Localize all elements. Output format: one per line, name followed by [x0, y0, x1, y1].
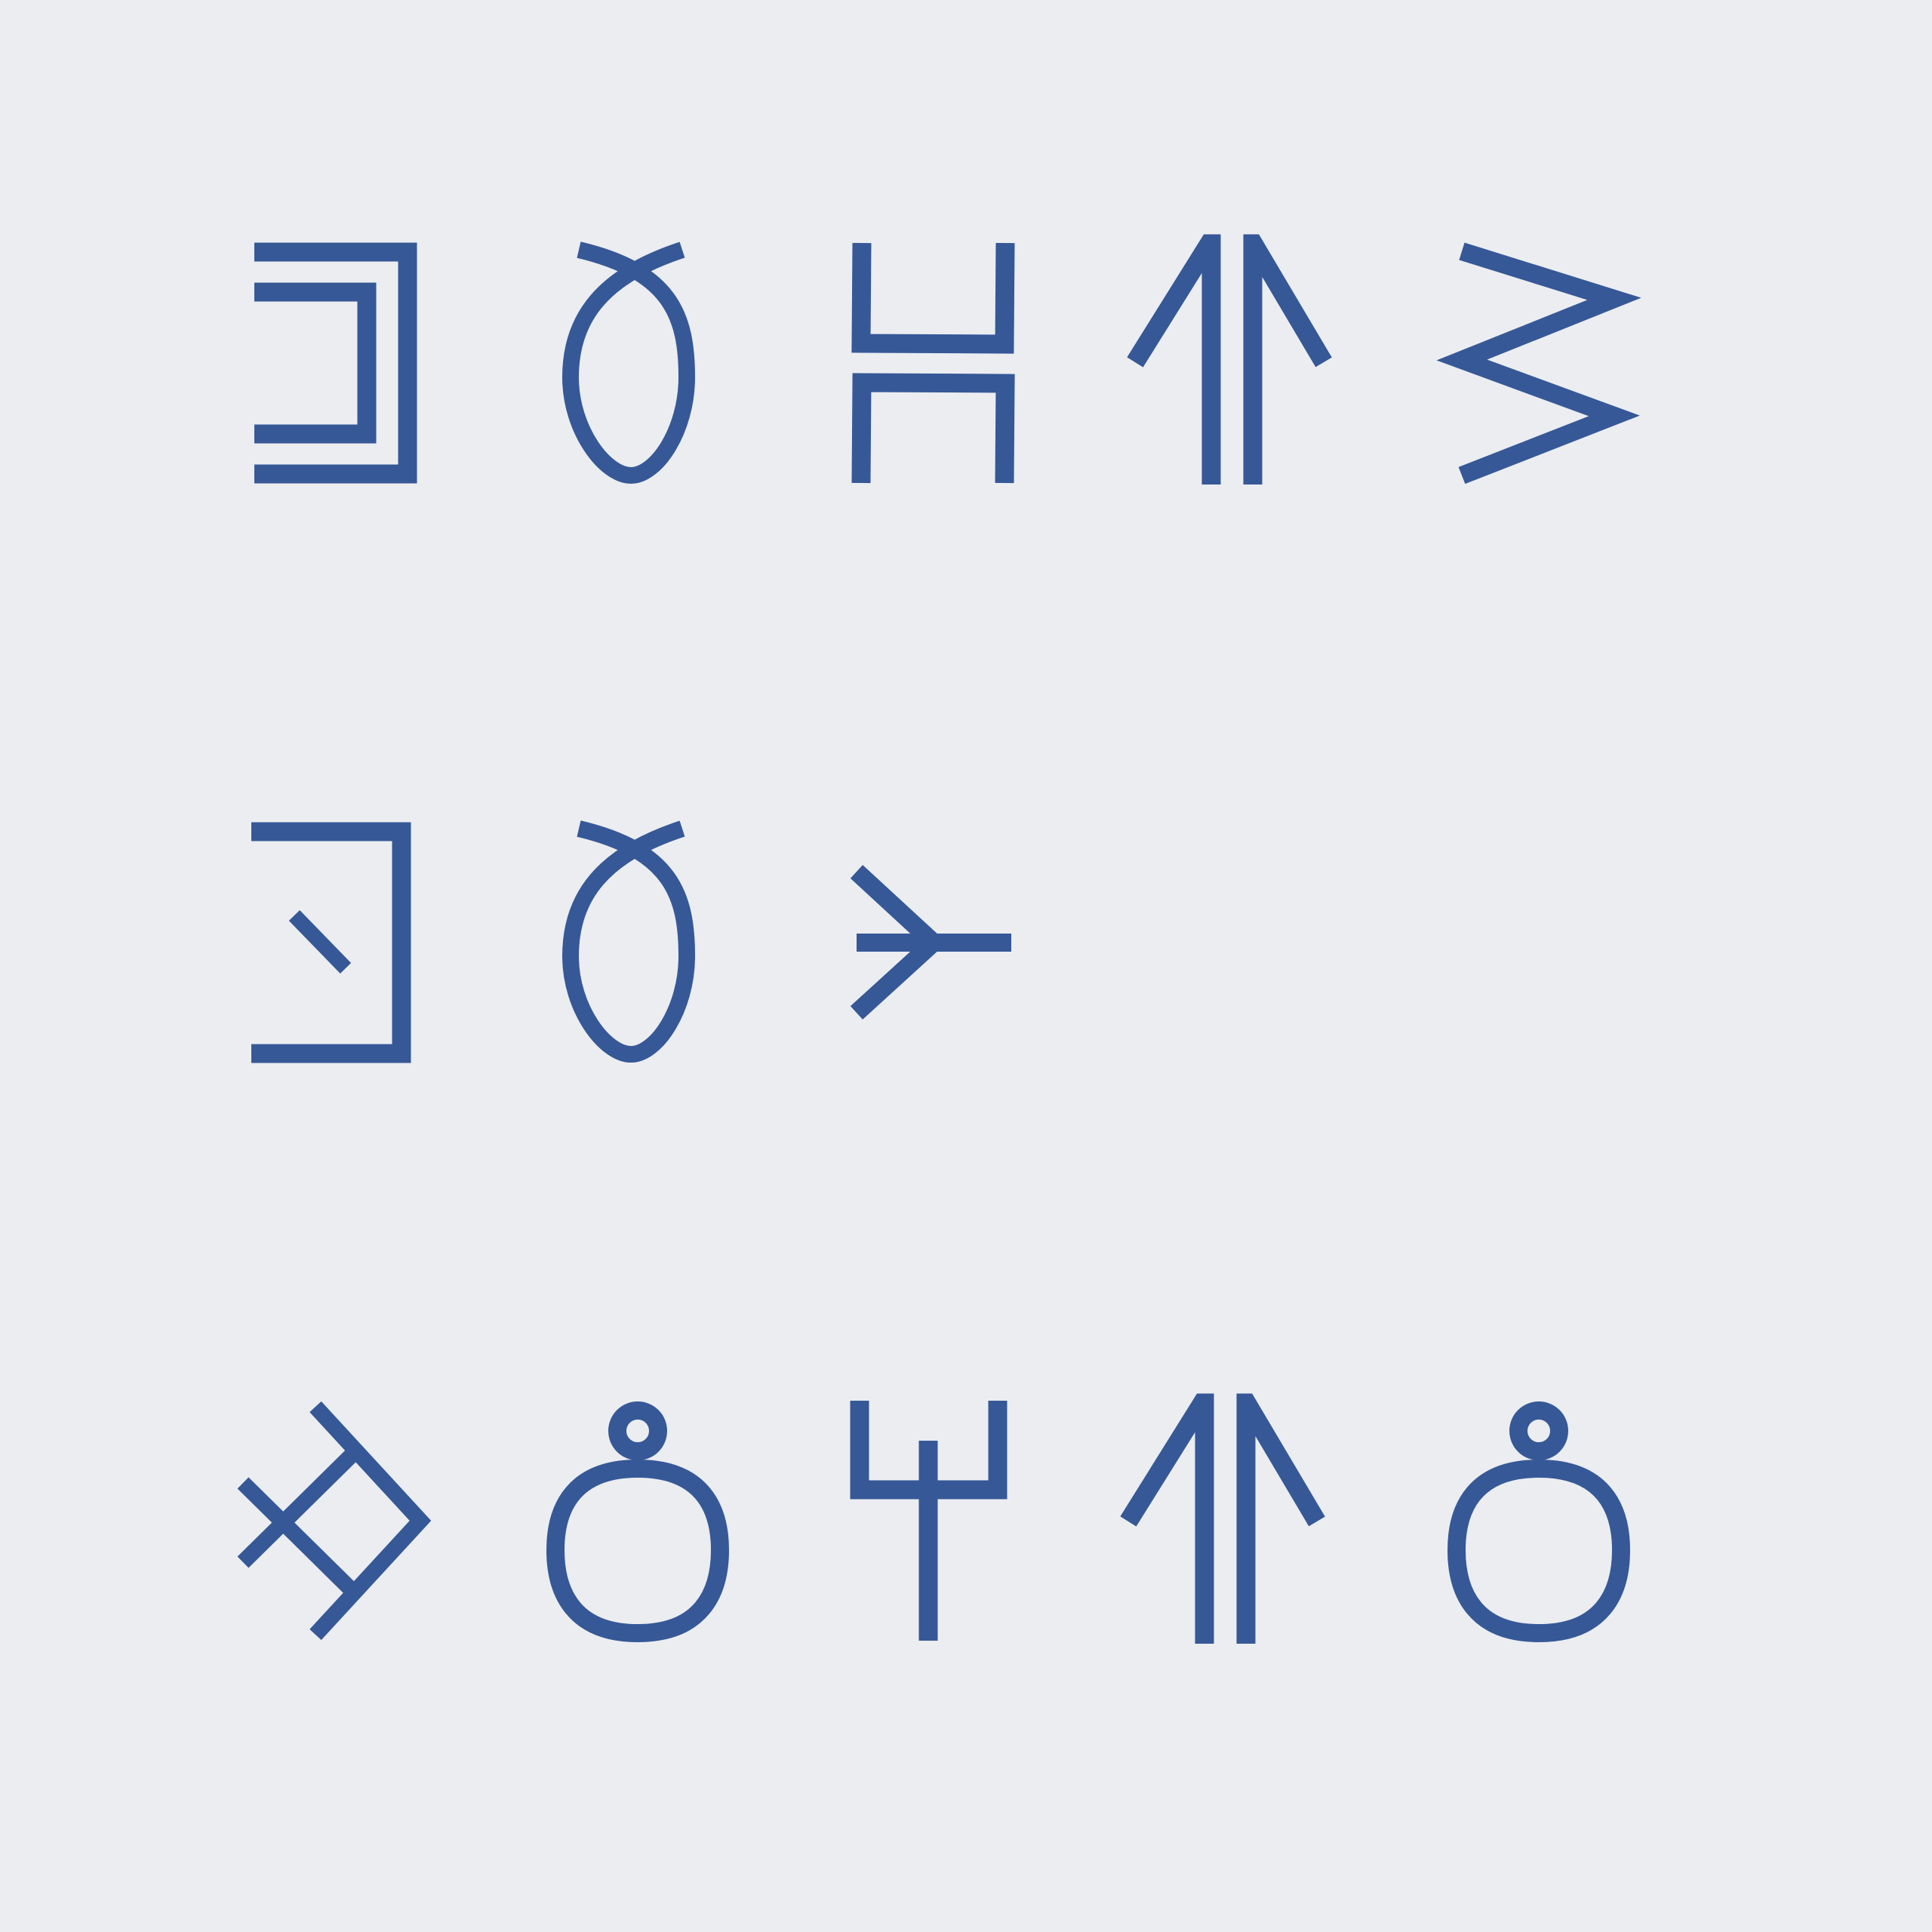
glyph-canvas — [0, 0, 1932, 1932]
